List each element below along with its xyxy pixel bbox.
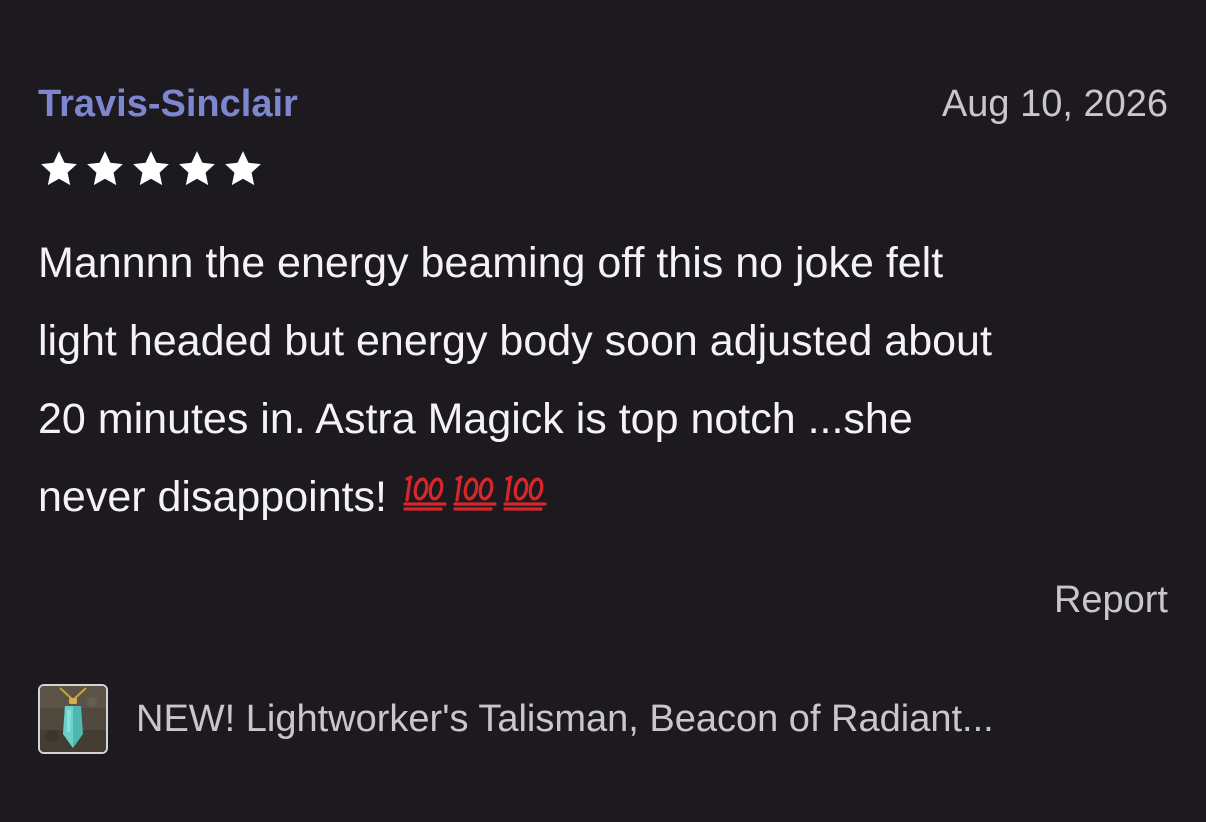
hundred-points-icon [403, 467, 449, 511]
star-icon [225, 151, 261, 186]
hundred-points-icon [453, 467, 499, 511]
product-thumbnail[interactable] [38, 684, 108, 754]
review-body-line: light headed but energy body soon adjust… [38, 317, 992, 365]
review-body-line: never disappoints! [38, 473, 387, 521]
review-body: Mannnn the energy beaming off this no jo… [38, 224, 1163, 536]
star-icon [41, 151, 77, 186]
report-button[interactable]: Report [1054, 576, 1168, 624]
review-card: Travis-Sinclair Aug 10, 2026 Mannnn the … [38, 78, 1168, 768]
review-date: Aug 10, 2026 [941, 83, 1168, 125]
product-link[interactable]: NEW! Lightworker's Talisman, Beacon of R… [38, 682, 1168, 756]
product-title[interactable]: NEW! Lightworker's Talisman, Beacon of R… [136, 695, 994, 743]
review-body-line-last: never disappoints! [38, 458, 1163, 536]
star-icon [179, 151, 215, 186]
star-icon [133, 151, 169, 186]
reviewer-name-link[interactable]: Travis-Sinclair [38, 78, 298, 130]
review-header: Travis-Sinclair Aug 10, 2026 [38, 78, 1168, 136]
hundred-points-icon [503, 467, 549, 511]
crystal-pendant-icon [40, 686, 106, 752]
star-icon [87, 151, 123, 186]
review-body-line: Mannnn the energy beaming off this no jo… [38, 239, 944, 287]
star-rating [36, 148, 266, 190]
review-body-line: 20 minutes in. Astra Magick is top notch… [38, 395, 913, 443]
